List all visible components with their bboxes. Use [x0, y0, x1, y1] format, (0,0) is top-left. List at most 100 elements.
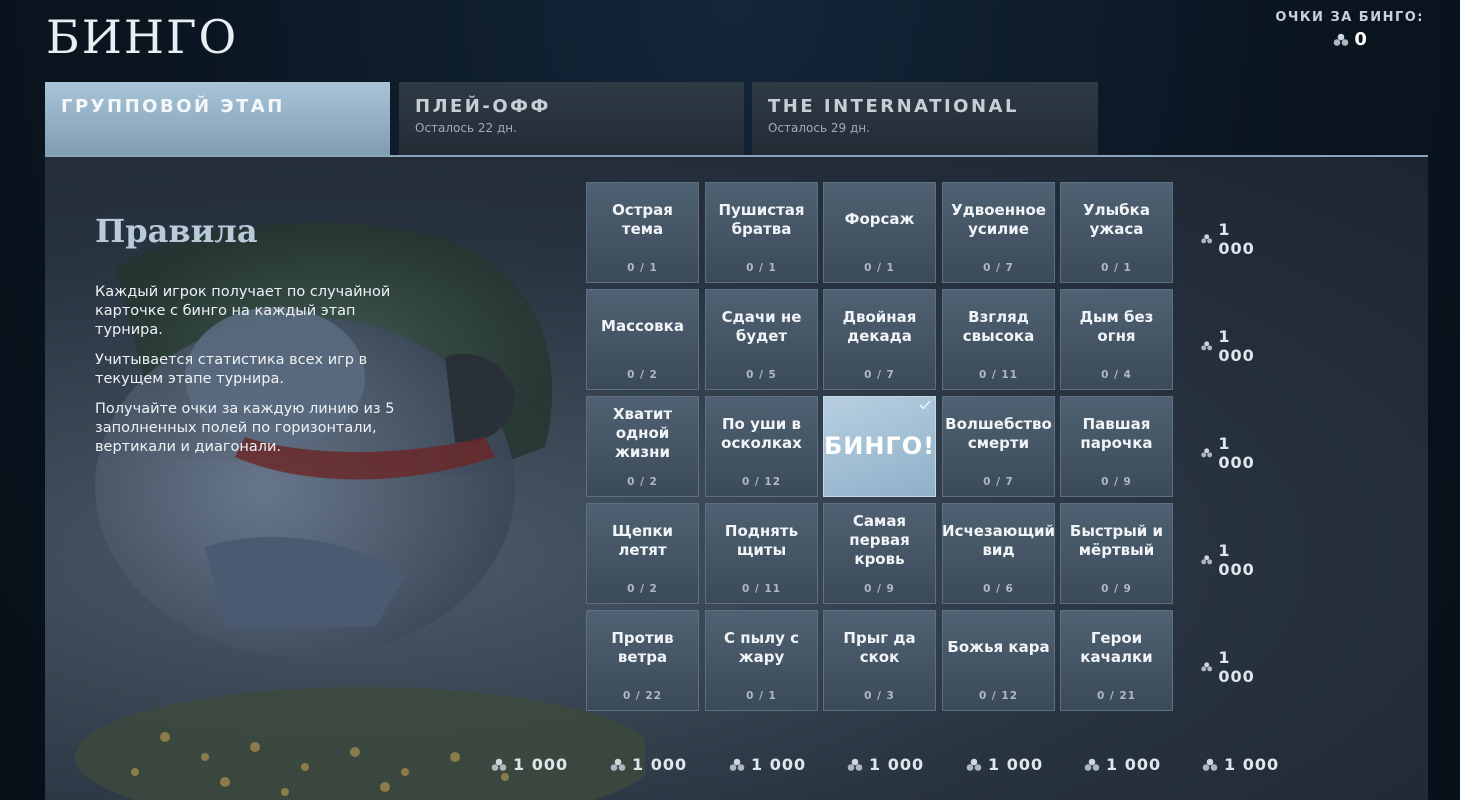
cell-progress: 0 / 22 — [622, 690, 663, 702]
column-reward-value: 1 000 — [869, 755, 925, 774]
bingo-cell[interactable]: Сдачи не будет 0 / 5 — [705, 289, 818, 390]
bingo-cell[interactable]: Исчезающий вид 0 / 6 — [942, 503, 1055, 604]
bingo-cell[interactable]: Самая первая кровь 0 / 9 — [823, 503, 936, 604]
tab-group-stage[interactable]: ГРУППОВОЙ ЭТАП — [45, 82, 390, 156]
cell-label: Павшая парочка — [1080, 414, 1153, 452]
rules-title: Правила — [95, 212, 258, 250]
bingo-cell[interactable]: Быстрый и мёртвый 0 / 9 — [1060, 503, 1173, 604]
cell-label: Улыбка ужаса — [1083, 200, 1150, 238]
bingo-cell[interactable]: Двойная декада 0 / 7 — [823, 289, 936, 390]
rules-paragraph: Получайте очки за каждую линию из 5 запо… — [95, 401, 395, 455]
cell-label: Форсаж — [844, 210, 915, 228]
cell-progress: 0 / 5 — [746, 369, 777, 381]
bingo-cell[interactable]: По уши в осколках 0 / 12 — [705, 396, 818, 497]
column-reward-value: 1 000 — [632, 755, 688, 774]
cell-label: Хватит одной жизни — [612, 405, 673, 461]
cell-progress: 0 / 3 — [864, 690, 895, 702]
bingo-points-value-row: 0 — [1275, 29, 1424, 50]
bingo-cell[interactable]: Прыг да скок 0 / 3 — [823, 610, 936, 711]
coins-icon — [1201, 555, 1213, 565]
cell-progress: 0 / 2 — [627, 369, 658, 381]
cell-progress: 0 / 6 — [983, 583, 1014, 595]
cell-label: Массовка — [601, 317, 684, 335]
cell-progress: 0 / 11 — [978, 369, 1019, 381]
rules-paragraph: Учитывается статистика всех игр в текуще… — [95, 352, 368, 387]
bingo-cell[interactable]: Павшая парочка 0 / 9 — [1060, 396, 1173, 497]
bingo-cell[interactable]: Форсаж 0 / 1 — [823, 182, 936, 283]
cell-progress: 0 / 1 — [746, 690, 777, 702]
column-reward-value: 1 000 — [513, 755, 569, 774]
tab-playoff[interactable]: ПЛЕЙ-ОФФ Осталось 22 дн. — [399, 82, 744, 156]
coins-icon — [729, 758, 745, 771]
bingo-cell[interactable]: Массовка 0 / 2 — [586, 289, 699, 390]
bingo-cell[interactable]: Щепки летят 0 / 2 — [586, 503, 699, 604]
cell-progress: 0 / 4 — [1101, 369, 1132, 381]
row-reward-value: 1 000 — [1218, 220, 1255, 258]
row-reward: 1 000 — [1200, 648, 1259, 686]
cell-progress: 0 / 2 — [627, 583, 658, 595]
cell-label: БИНГО! — [823, 432, 936, 460]
cell-label: Поднять щиты — [724, 521, 799, 559]
cell-progress: 0 / 2 — [627, 476, 658, 488]
bingo-cell[interactable]: С пылу с жару 0 / 1 — [705, 610, 818, 711]
row-reward: 1 000 — [1200, 434, 1259, 472]
cell-label: Щепки летят — [611, 521, 674, 559]
row-reward: 1 000 — [1200, 327, 1259, 365]
bingo-free-cell[interactable]: БИНГО! — [823, 396, 936, 497]
coins-icon — [1202, 758, 1218, 771]
bingo-cell[interactable]: Против ветра 0 / 22 — [586, 610, 699, 711]
cell-label: Божья кара — [947, 638, 1050, 656]
bingo-cell[interactable]: Хватит одной жизни 0 / 2 — [586, 396, 699, 497]
row-reward: 1 000 — [1200, 220, 1259, 258]
tab-label: THE INTERNATIONAL — [768, 96, 1019, 117]
bingo-cell[interactable]: Удвоенное усилие 0 / 7 — [942, 182, 1055, 283]
cell-label: Сдачи не будет — [721, 307, 802, 345]
bingo-cell[interactable]: Волшебство смерти 0 / 7 — [942, 396, 1055, 497]
cell-progress: 0 / 9 — [1101, 476, 1132, 488]
bingo-cell[interactable]: Острая тема 0 / 1 — [586, 182, 699, 283]
cell-label: Быстрый и мёртвый — [1069, 521, 1164, 559]
coins-icon — [966, 758, 982, 771]
cell-progress: 0 / 7 — [983, 262, 1014, 274]
coins-icon — [1084, 758, 1100, 771]
bingo-points-label: ОЧКИ ЗА БИНГО: — [1275, 10, 1424, 25]
cell-progress: 0 / 12 — [741, 476, 782, 488]
cell-progress: 0 / 1 — [627, 262, 658, 274]
bingo-cell[interactable]: Улыбка ужаса 0 / 1 — [1060, 182, 1173, 283]
row-reward-value: 1 000 — [1218, 648, 1255, 686]
row-reward-value: 1 000 — [1218, 434, 1255, 472]
cell-label: Удвоенное усилие — [951, 200, 1046, 238]
coins-icon — [847, 758, 863, 771]
coins-icon — [610, 758, 626, 771]
column-reward-value: 1 000 — [1106, 755, 1162, 774]
column-reward-value: 1 000 — [988, 755, 1044, 774]
coins-icon — [1201, 662, 1213, 672]
column-reward: 1 000 — [1083, 755, 1161, 774]
coins-icon — [1332, 33, 1350, 47]
stage-tabs: ГРУППОВОЙ ЭТАП ПЛЕЙ-ОФФ Осталось 22 дн. … — [45, 82, 1105, 156]
cell-label: Взгляд свысока — [962, 307, 1035, 345]
tab-time-left: Осталось 22 дн. — [415, 121, 517, 135]
bingo-cell[interactable]: Дым без огня 0 / 4 — [1060, 289, 1173, 390]
cell-progress: 0 / 1 — [864, 262, 895, 274]
cell-progress: 0 / 12 — [978, 690, 1019, 702]
bingo-cell[interactable]: Взгляд свысока 0 / 11 — [942, 289, 1055, 390]
tab-time-left: Осталось 29 дн. — [768, 121, 870, 135]
cell-progress: 0 / 9 — [1101, 583, 1132, 595]
cell-label: Острая тема — [612, 200, 673, 238]
cell-label: Исчезающий вид — [942, 521, 1055, 559]
bingo-cell[interactable]: Пушистая братва 0 / 1 — [705, 182, 818, 283]
cell-progress: 0 / 7 — [983, 476, 1014, 488]
cell-label: Герои качалки — [1080, 628, 1153, 666]
column-reward-value: 1 000 — [1224, 755, 1280, 774]
bingo-cell[interactable]: Поднять щиты 0 / 11 — [705, 503, 818, 604]
cell-progress: 0 / 1 — [1101, 262, 1132, 274]
rules-paragraph: Каждый игрок получает по случайной карто… — [95, 284, 391, 338]
diagonal-reward: 1 000 — [1201, 755, 1279, 774]
bingo-cell[interactable]: Божья кара 0 / 12 — [942, 610, 1055, 711]
tab-the-international[interactable]: THE INTERNATIONAL Осталось 29 дн. — [752, 82, 1098, 156]
column-reward: 1 000 — [965, 755, 1043, 774]
coins-icon — [1201, 341, 1213, 351]
cell-progress: 0 / 9 — [864, 583, 895, 595]
bingo-cell[interactable]: Герои качалки 0 / 21 — [1060, 610, 1173, 711]
